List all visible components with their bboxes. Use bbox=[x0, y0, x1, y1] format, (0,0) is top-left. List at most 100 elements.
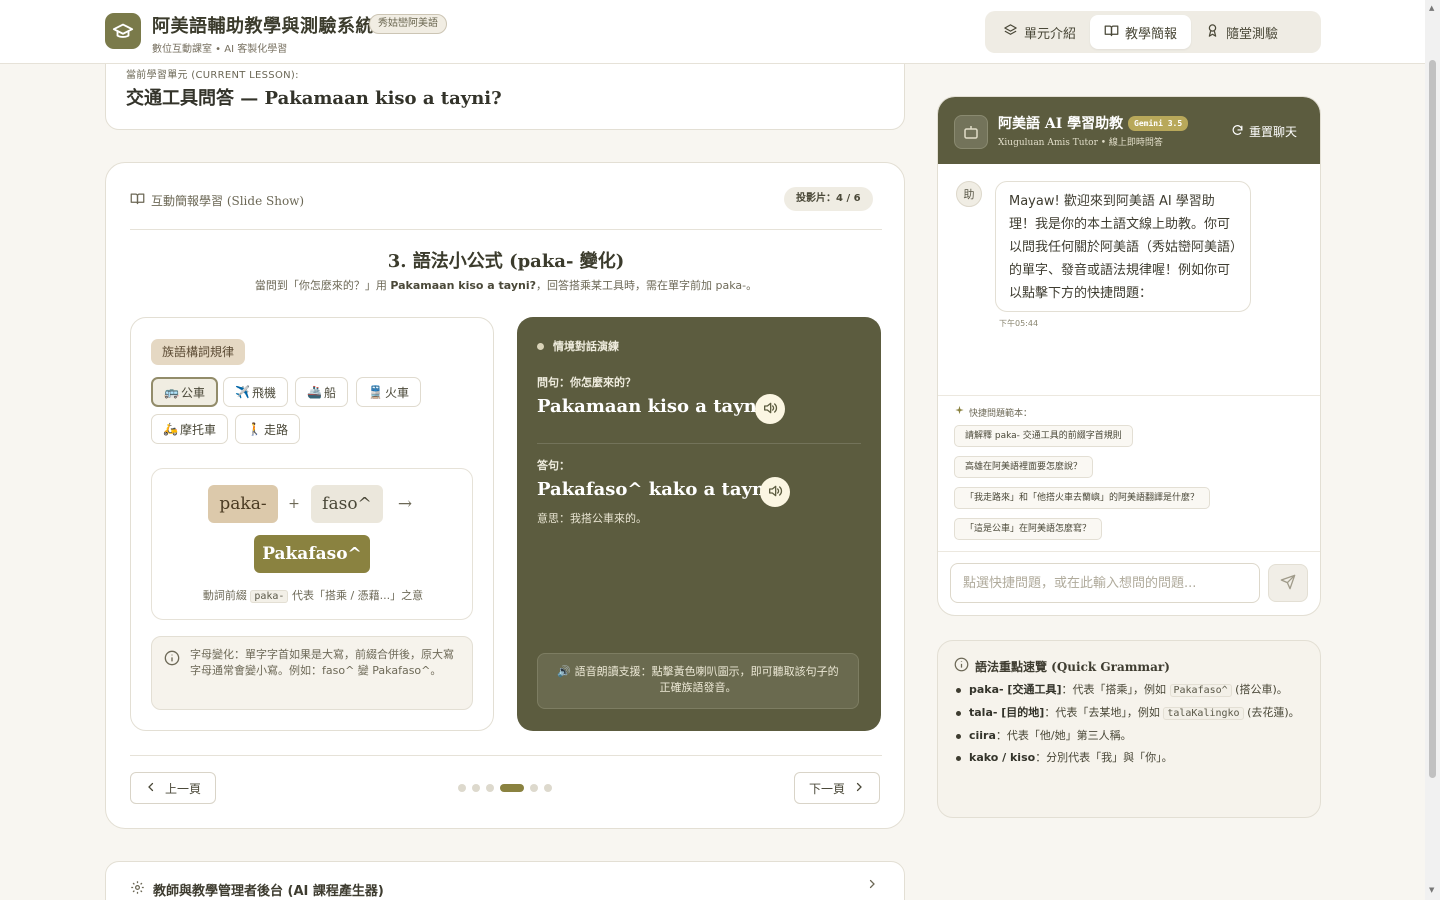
chat-header: 阿美語 AI 學習助教 Gemini 3.5 Xiuguluan Amis Tu… bbox=[938, 97, 1320, 164]
app-subtitle: 數位互動課室 • AI 客製化學習 bbox=[152, 44, 288, 55]
quick-questions-label: 快捷問題範本： bbox=[954, 405, 1032, 419]
bus-icon: 🚌 bbox=[164, 385, 179, 399]
nav-slides[interactable]: 教學簡報 bbox=[1090, 15, 1192, 49]
note-code: paka- bbox=[250, 590, 289, 603]
question-speaker-button[interactable] bbox=[755, 394, 785, 424]
prev-page-button[interactable]: 上一頁 bbox=[130, 772, 216, 804]
chip-label: 火車 bbox=[384, 385, 409, 400]
app-header: 阿美語輔助教學與測驗系統 秀姑巒阿美語 數位互動課室 • AI 客製化學習 單元… bbox=[0, 0, 1425, 64]
assistant-avatar: 助 bbox=[956, 181, 982, 207]
vehicle-chip-walk[interactable]: 🚶 走路 bbox=[235, 414, 300, 444]
dialog-title-text: 情境對話演練 bbox=[553, 340, 619, 353]
answer-text: Pakafaso^ kako a tayni. bbox=[537, 479, 779, 500]
bullet-dot bbox=[537, 342, 544, 350]
reset-chat-button[interactable]: 重置聊天 bbox=[1231, 123, 1297, 140]
arrow-right-icon: → bbox=[397, 494, 413, 514]
info-icon bbox=[164, 650, 180, 669]
chat-input[interactable] bbox=[950, 563, 1260, 603]
grammar-term: kako / kiso bbox=[969, 751, 1036, 764]
divider bbox=[938, 551, 1320, 552]
grammar-text: (搭公車)。 bbox=[1231, 683, 1288, 696]
layers-icon bbox=[1003, 23, 1018, 42]
graduation-cap-icon bbox=[105, 13, 141, 49]
chip-label: 摩托車 bbox=[179, 422, 216, 437]
reset-label: 重置聊天 bbox=[1249, 125, 1298, 139]
vehicle-chip-plane[interactable]: ✈️ 飛機 bbox=[223, 377, 288, 407]
ai-tutor-chat-panel: 阿美語 AI 學習助教 Gemini 3.5 Xiuguluan Amis Tu… bbox=[937, 96, 1321, 616]
vehicle-chip-bus[interactable]: 🚌 公車 bbox=[151, 377, 218, 407]
main-nav: 單元介紹 教學簡報 隨堂測驗 bbox=[985, 11, 1321, 53]
rule-tag: 族語構詞規律 bbox=[151, 339, 246, 365]
pager-dot[interactable] bbox=[458, 784, 466, 792]
grammar-term: ciira bbox=[969, 729, 996, 742]
quick-question-chip[interactable]: 高雄在阿美語裡面要怎麼說？ bbox=[954, 456, 1094, 478]
speaker-icon bbox=[767, 483, 783, 502]
answer-speaker-button[interactable] bbox=[760, 477, 790, 507]
message-timestamp: 下午05:44 bbox=[999, 319, 1039, 328]
morphology-rule-panel: 族語構詞規律 🚌 公車 ✈️ 飛機 🚢 船 🚆 火車 🛵 摩托車 🚶 走路 paka- + … bbox=[130, 317, 494, 731]
grammar-text: (去花蓮)。 bbox=[1243, 706, 1300, 719]
book-icon bbox=[130, 191, 145, 209]
desc-bold: Pakamaan kiso a tayni? bbox=[390, 279, 537, 292]
quick-label-text: 快捷問題範本： bbox=[969, 408, 1033, 419]
nav-label: 單元介紹 bbox=[1024, 26, 1077, 42]
grammar-term: tala- [目的地] bbox=[969, 706, 1045, 719]
question-text: Pakamaan kiso a tayni? bbox=[537, 396, 775, 417]
bot-icon bbox=[954, 115, 988, 149]
slide-description: 當問到「你怎麼來的？」用 Pakamaan kiso a tayni?，回答搭乘… bbox=[106, 277, 906, 293]
list-item: tala- [目的地]：代表「去某地」，例如 talaKalingko (去花蓮… bbox=[954, 704, 1306, 723]
pager-dot[interactable] bbox=[544, 784, 552, 792]
scooter-icon: 🛵 bbox=[163, 422, 178, 436]
desc-text: 當問到「你怎麼來的？」用 bbox=[254, 279, 391, 292]
pager-dot[interactable] bbox=[500, 784, 524, 792]
chat-subtitle: Xiuguluan Amis Tutor • 線上即時問答 bbox=[998, 138, 1163, 148]
divider bbox=[537, 443, 861, 444]
chip-label: 船 bbox=[323, 385, 336, 400]
next-page-button[interactable]: 下一頁 bbox=[794, 772, 880, 804]
vehicle-chip-scooter[interactable]: 🛵 摩托車 bbox=[151, 414, 228, 444]
note-text: 動詞前綴 bbox=[202, 589, 251, 602]
prefix-token: paka- bbox=[208, 485, 278, 523]
dialogue-practice-panel: 情境對話演練 問句：你怎麼來的？ Pakamaan kiso a tayni? … bbox=[517, 317, 881, 731]
prev-label: 上一頁 bbox=[165, 781, 202, 796]
send-icon bbox=[1280, 574, 1296, 593]
award-icon bbox=[1205, 23, 1220, 42]
quick-question-chip[interactable]: 「這是公車」在阿美語怎麼寫？ bbox=[954, 518, 1103, 540]
send-button[interactable] bbox=[1268, 564, 1308, 602]
lesson-label: 當前學習單元 (CURRENT LESSON): bbox=[126, 70, 299, 81]
scroll-thumb[interactable] bbox=[1429, 60, 1436, 778]
slide-heading: 3. 語法小公式 (paka- 變化) bbox=[387, 251, 625, 272]
grammar-text: ：代表「他/她」第三人稱。 bbox=[995, 729, 1132, 742]
info-icon bbox=[954, 657, 969, 675]
quick-question-chip[interactable]: 「我走路來」和「他搭火車去蘭嶼」的阿美語翻譯是什麼？ bbox=[954, 487, 1211, 509]
scroll-up-arrow-icon[interactable]: ▲ bbox=[1429, 4, 1434, 12]
nav-quiz[interactable]: 隨堂測驗 bbox=[1191, 15, 1292, 49]
grammar-text: ：代表「去某地」，例如 bbox=[1044, 706, 1164, 719]
grammar-term: paka- [交通工具] bbox=[969, 683, 1062, 696]
list-item: kako / kiso：分別代表「我」與「你」。 bbox=[954, 749, 1306, 767]
pager-dot[interactable] bbox=[472, 784, 480, 792]
model-badge: Gemini 3.5 bbox=[1128, 116, 1189, 131]
section-label-text: 互動簡報學習 (Slide Show) bbox=[151, 193, 305, 208]
next-label: 下一頁 bbox=[809, 781, 846, 796]
vehicle-chip-ship[interactable]: 🚢 船 bbox=[295, 377, 348, 407]
formula-note: 動詞前綴 paka- 代表「搭乘 / 憑藉...」之意 bbox=[152, 587, 474, 603]
pager-dot[interactable] bbox=[486, 784, 494, 792]
root-token: faso^ bbox=[311, 485, 383, 523]
plus-sign: + bbox=[288, 496, 300, 512]
vehicle-chip-train[interactable]: 🚆 火車 bbox=[356, 377, 421, 407]
lesson-title: 交通工具問答 — Pakamaan kiso a tayni? bbox=[126, 88, 502, 109]
admin-label-text: 教師與教學管理者後台 (AI 課程產生器) bbox=[153, 884, 384, 899]
quick-question-chip[interactable]: 請解釋 paka- 交通工具的前綴字首規則 bbox=[954, 425, 1133, 447]
nav-unit-intro[interactable]: 單元介紹 bbox=[989, 15, 1090, 49]
scroll-down-arrow-icon[interactable]: ▼ bbox=[1429, 886, 1434, 894]
airplane-icon: ✈️ bbox=[235, 385, 250, 399]
grammar-code: talaKalingko bbox=[1163, 707, 1244, 720]
admin-panel-toggle[interactable]: 教師與教學管理者後台 (AI 課程產生器) bbox=[105, 861, 905, 900]
page-scrollbar[interactable]: ▲ ▼ bbox=[1425, 0, 1440, 900]
chevron-right-icon bbox=[853, 781, 865, 796]
dialog-title: 情境對話演練 bbox=[537, 338, 619, 354]
pager-dot[interactable] bbox=[530, 784, 538, 792]
chip-label: 飛機 bbox=[251, 385, 276, 400]
assistant-message: Mayaw! 歡迎來到阿美語 AI 學習助理！我是你的本土語文線上助教。你可以問… bbox=[995, 181, 1251, 312]
